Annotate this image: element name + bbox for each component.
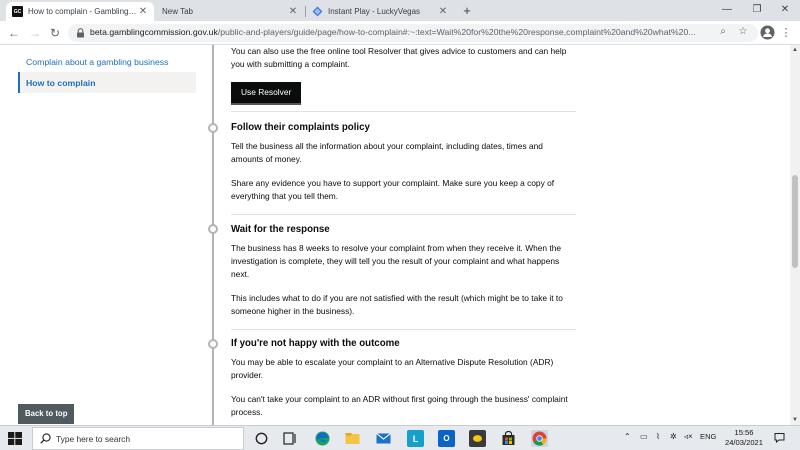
sidebar-item-complain-about-business[interactable]: Complain about a gambling business [18, 51, 196, 72]
section-follow-complaints-policy: Follow their complaints policy Tell the … [231, 122, 576, 214]
tab-how-to-complain[interactable]: GC How to complain - Gambling Co ✕ [6, 2, 154, 21]
back-arrow-icon[interactable]: ← [6, 25, 22, 41]
timeline-step-marker [208, 339, 218, 349]
bookmark-star-icon[interactable]: ☆ [736, 26, 750, 37]
search-placeholder: Type here to search [56, 434, 131, 444]
file-explorer-icon[interactable] [344, 430, 361, 447]
section-heading: Follow their complaints policy [231, 122, 370, 133]
sidebar-item-how-to-complain[interactable]: How to complain [18, 72, 196, 93]
url-host: beta.gamblingcommission.gov.uk [90, 27, 218, 37]
edge-icon[interactable] [314, 430, 331, 447]
section-paragraph: Share any evidence you have to support y… [231, 177, 555, 201]
forward-arrow-icon[interactable]: → [27, 25, 43, 41]
network-icon[interactable]: ⌇ [656, 432, 660, 441]
notifications-icon[interactable] [774, 432, 785, 443]
volume-muted-icon[interactable]: ◃× [684, 432, 693, 441]
back-to-top-button[interactable]: Back to top [18, 404, 75, 424]
language-indicator[interactable]: ENG [700, 432, 716, 441]
task-view-icon[interactable] [281, 430, 298, 447]
lemon-icon [473, 435, 482, 442]
close-icon[interactable]: ✕ [288, 6, 298, 17]
battery-icon[interactable]: ▭ [640, 432, 648, 441]
show-hidden-icons-chevron-icon[interactable]: ⌃ [624, 432, 631, 441]
section-wait-for-response: Wait for the response The business has 8… [231, 224, 576, 329]
taskbar-search-box[interactable]: Type here to search [32, 427, 244, 450]
new-tab-button[interactable]: + [460, 3, 474, 18]
profile-avatar-icon[interactable] [760, 25, 775, 40]
scrollbar-thumb[interactable] [792, 175, 798, 268]
side-navigation: Complain about a gambling business How t… [18, 51, 196, 93]
reload-icon[interactable]: ↻ [47, 25, 63, 41]
minimize-button[interactable]: — [712, 2, 742, 18]
timeline-step-marker [208, 224, 218, 234]
close-window-button[interactable]: ✕ [770, 2, 800, 18]
lock-icon[interactable] [76, 28, 85, 38]
section-divider [231, 329, 576, 330]
tab-title: Instant Play - LuckyVegas [328, 7, 421, 16]
search-icon [40, 433, 51, 444]
tab-new-tab[interactable]: New Tab ✕ [156, 2, 304, 21]
timeline-line [212, 45, 214, 425]
app-l-icon[interactable]: L [407, 430, 424, 447]
windows-start-icon[interactable] [8, 432, 22, 445]
tab-title: How to complain - Gambling Co [28, 7, 138, 16]
maximize-button[interactable]: ❐ [742, 2, 772, 18]
use-resolver-button[interactable]: Use Resolver [231, 81, 302, 103]
section-paragraph: Tell the business all the information ab… [231, 141, 543, 164]
section-not-happy-with-outcome: If you're not happy with the outcome You… [231, 338, 576, 425]
tab-title: New Tab [162, 7, 193, 16]
browser-menu-icon[interactable]: ⋮ [780, 25, 792, 41]
clock-date: 24/03/2021 [724, 438, 763, 447]
section-divider [231, 214, 576, 215]
chrome-icon[interactable] [531, 430, 548, 447]
scroll-down-arrow-icon[interactable]: ▼ [790, 415, 800, 425]
section-divider [231, 111, 576, 112]
section-paragraph: You can't take your complaint to an ADR … [231, 393, 568, 417]
search-icon[interactable]: ⌕ [716, 26, 730, 37]
store-icon[interactable] [500, 430, 517, 447]
system-clock[interactable]: 15:56 24/03/2021 [718, 428, 770, 448]
url-text[interactable]: beta.gamblingcommission.gov.uk/public-an… [90, 27, 710, 37]
app-o-icon[interactable]: O [438, 430, 455, 447]
windows-taskbar: Type here to search L O ⌃ ▭ ⌇ ✲ ◃× ENG 1… [0, 425, 800, 450]
gambling-commission-favicon: GC [12, 6, 23, 17]
section-paragraph: The business has 8 weeks to resolve your… [231, 243, 562, 279]
section-heading: Wait for the response [231, 224, 330, 235]
page-viewport: Complain about a gambling business How t… [0, 45, 800, 425]
bluetooth-icon[interactable]: ✲ [670, 432, 677, 441]
address-bar[interactable]: beta.gamblingcommission.gov.uk/public-an… [68, 24, 758, 42]
app-lemon-icon[interactable] [469, 430, 486, 447]
browser-tab-strip: GC How to complain - Gambling Co ✕ New T… [0, 0, 800, 21]
resolver-intro: You can also use the free online tool Re… [231, 45, 576, 103]
url-path: /public-and-players/guide/page/how-to-co… [217, 27, 696, 37]
close-icon[interactable]: ✕ [138, 6, 148, 17]
tab-instant-play[interactable]: Instant Play - LuckyVegas ✕ [306, 2, 454, 21]
luckyvegas-favicon [312, 6, 323, 17]
mail-icon[interactable] [375, 430, 392, 447]
intro-paragraph: You can also use the free online tool Re… [231, 46, 567, 69]
cortana-icon[interactable] [253, 430, 270, 447]
clock-time: 15:56 [734, 428, 754, 437]
section-paragraph: You may be able to escalate your complai… [231, 357, 554, 380]
close-icon[interactable]: ✕ [438, 6, 448, 17]
scroll-up-arrow-icon[interactable]: ▲ [790, 45, 800, 55]
section-heading: If you're not happy with the outcome [231, 338, 400, 349]
timeline-step-marker [208, 123, 218, 133]
section-paragraph: This includes what to do if you are not … [231, 292, 563, 316]
page-scrollbar[interactable]: ▲ ▼ [790, 45, 800, 425]
browser-toolbar: ← → ↻ beta.gamblingcommission.gov.uk/pub… [0, 21, 800, 45]
